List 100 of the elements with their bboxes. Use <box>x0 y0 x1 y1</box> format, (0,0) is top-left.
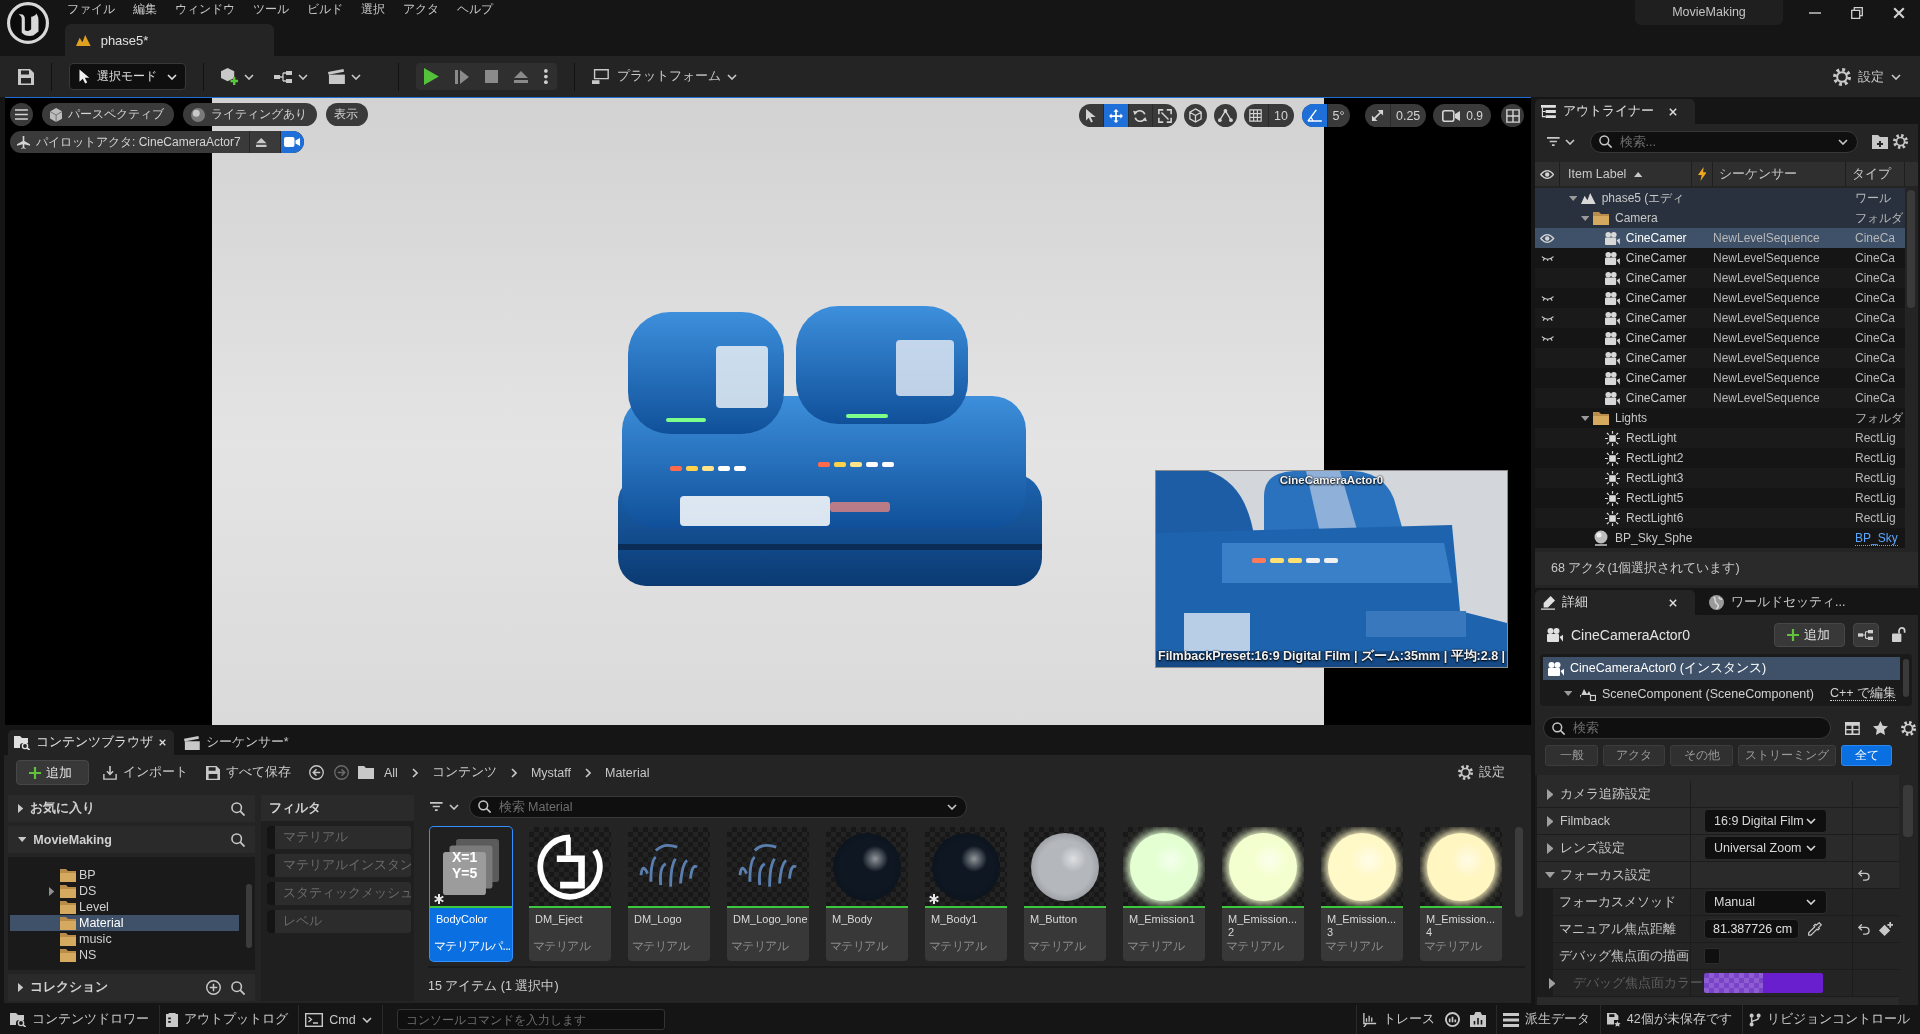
panel-tab[interactable]: ワールドセッティ... <box>1703 590 1856 615</box>
menu-item[interactable]: ウィンドウ <box>167 1 245 17</box>
outliner-row[interactable]: Lights フォルダ <box>1535 408 1905 428</box>
eye-icon[interactable] <box>1540 233 1555 243</box>
curved-arrow-icon[interactable] <box>1858 923 1870 935</box>
outliner-row[interactable]: CineCamer NewLevelSequence CineCa <box>1535 308 1905 328</box>
breadcrumb-link[interactable]: コンテンツ <box>431 764 497 781</box>
asset-tile[interactable]: X=1 Y=5 BodyColor マテリアルパ... <box>430 827 512 961</box>
status-button[interactable]: アウトプットログ <box>160 1005 299 1034</box>
filter-icon[interactable] <box>1547 137 1560 146</box>
breadcrumb-link[interactable]: Mystaff <box>530 765 571 780</box>
close-icon[interactable] <box>1669 107 1677 116</box>
component-row[interactable]: SceneComponent (SceneComponent) C++ で編集 <box>1543 682 1900 705</box>
asset-tile[interactable]: DM_Logo マテリアル <box>628 827 710 961</box>
search-icon[interactable] <box>231 801 245 816</box>
play-icon[interactable] <box>423 68 439 85</box>
filter-toggle[interactable] <box>267 882 275 905</box>
outliner-row[interactable]: CineCamer NewLevelSequence CineCa <box>1535 228 1905 248</box>
eye-closed-icon[interactable] <box>1540 255 1555 261</box>
add-button[interactable]: 追加 <box>16 760 89 785</box>
status-button[interactable]: トレース <box>1356 1005 1445 1034</box>
status-button[interactable]: コンテンツドロワー <box>4 1005 159 1034</box>
scrollbar-thumb[interactable] <box>1903 659 1909 697</box>
status-button[interactable]: 42個が未保存です <box>1600 1005 1742 1034</box>
view-mode-button[interactable]: ライティングあり <box>183 103 318 126</box>
breadcrumb-link[interactable]: Material <box>604 765 650 780</box>
table-icon[interactable] <box>1845 721 1860 735</box>
expander-right-icon[interactable] <box>1546 788 1554 800</box>
outliner-row[interactable]: RectLight3 RectLig <box>1535 468 1905 488</box>
close-icon[interactable] <box>159 739 166 746</box>
search-field[interactable]: 検索 <box>1543 717 1831 739</box>
filter-icon[interactable] <box>430 802 443 811</box>
section-header[interactable]: MovieMaking <box>8 826 255 853</box>
folder-icon[interactable] <box>358 766 374 779</box>
filter-toggle[interactable] <box>267 854 275 877</box>
mode-dropdown[interactable]: 選択モード <box>69 63 186 90</box>
settings-menu[interactable]: 設定 <box>1833 67 1901 86</box>
dropdown[interactable]: Manual <box>1704 890 1827 914</box>
expander-right-icon[interactable] <box>48 886 55 896</box>
scrollbar-thumb[interactable] <box>246 884 252 948</box>
step-forward-icon[interactable] <box>454 69 469 84</box>
asset-tile[interactable]: M_Emission... 2 マテリアル <box>1222 827 1304 961</box>
menu-item[interactable]: 編集 <box>125 1 167 17</box>
outliner-row[interactable]: phase5 (エディ ワール <box>1535 188 1905 208</box>
outliner-row[interactable]: CineCamer NewLevelSequence CineCa <box>1535 328 1905 348</box>
show-menu-button[interactable]: 表示 <box>326 103 369 126</box>
menu-item[interactable]: ビルド <box>299 1 353 17</box>
type-link[interactable]: BP_Sky <box>1855 531 1898 546</box>
filter-button[interactable]: アクタ <box>1603 745 1665 766</box>
snap-toggle[interactable] <box>1302 104 1327 127</box>
save-all-button[interactable]: すべて保存 <box>206 764 291 781</box>
menu-item[interactable]: 選択 <box>353 1 395 17</box>
level-tab[interactable]: phase5* <box>65 24 274 56</box>
eject-icon[interactable] <box>514 70 529 83</box>
eye-closed-icon[interactable] <box>1540 315 1555 321</box>
folder-item[interactable]: NS <box>10 947 239 963</box>
camera-speed-button[interactable]: 0.9 <box>1433 104 1491 127</box>
outliner-row[interactable]: BP_Sky_Sphe BP_Sky <box>1535 528 1905 548</box>
checkbox[interactable] <box>1704 948 1720 964</box>
menu-item[interactable]: ファイル <box>59 1 125 17</box>
search-icon[interactable] <box>231 980 245 995</box>
cube-plus-icon[interactable] <box>221 68 238 85</box>
gear-icon[interactable] <box>1893 134 1908 149</box>
filter-button[interactable]: ストリーミング <box>1738 745 1836 766</box>
filter-button[interactable]: 全て <box>1841 745 1892 766</box>
component-row[interactable]: CineCameraActor0 (インスタンス) <box>1543 657 1900 680</box>
menu-item[interactable]: アクタ <box>395 1 449 17</box>
expander-down-icon[interactable] <box>1545 872 1555 878</box>
caret-icon[interactable] <box>946 803 957 810</box>
scrollbar-thumb[interactable] <box>1515 827 1523 917</box>
expander-down-icon[interactable] <box>18 837 27 842</box>
close-icon[interactable] <box>1893 6 1905 19</box>
plus-circle-icon[interactable] <box>206 980 221 995</box>
folder-plus-icon[interactable] <box>1872 134 1888 149</box>
eye-closed-icon[interactable] <box>1540 335 1555 341</box>
move-tool-button[interactable] <box>1103 104 1128 127</box>
close-icon[interactable] <box>1669 598 1677 607</box>
asset-tile[interactable]: M_Emission... 4 マテリアル <box>1420 827 1502 961</box>
folder-item[interactable]: DS <box>10 883 239 899</box>
snap-value[interactable]: 10 <box>1268 104 1294 127</box>
panel-tab[interactable]: シーケンサー* <box>178 730 297 755</box>
status-button[interactable]: Cmd <box>299 1005 382 1034</box>
clapperboard-icon[interactable] <box>328 69 345 84</box>
platform-menu[interactable]: プラットフォーム <box>591 68 737 85</box>
camera-button[interactable] <box>279 131 304 153</box>
section-header[interactable]: お気に入り <box>8 795 255 822</box>
outliner-row[interactable]: CineCamer NewLevelSequence CineCa <box>1535 368 1905 388</box>
outliner-row[interactable]: RectLight2 RectLig <box>1535 448 1905 468</box>
snap-value[interactable]: 5° <box>1326 104 1351 127</box>
expander-right-icon[interactable] <box>18 804 24 813</box>
padlock-icon[interactable] <box>1891 627 1906 642</box>
filter-toggle[interactable] <box>267 910 275 933</box>
column-header[interactable]: シーケンサー <box>1713 162 1846 186</box>
filter-button[interactable]: その他 <box>1670 745 1733 766</box>
caret-icon[interactable] <box>244 73 254 80</box>
menu-item[interactable]: ツール <box>245 1 299 17</box>
caret-icon[interactable] <box>1564 138 1575 145</box>
expander-down-icon[interactable] <box>1568 195 1578 201</box>
menu-button[interactable] <box>10 103 33 126</box>
caret-icon[interactable] <box>350 73 361 80</box>
